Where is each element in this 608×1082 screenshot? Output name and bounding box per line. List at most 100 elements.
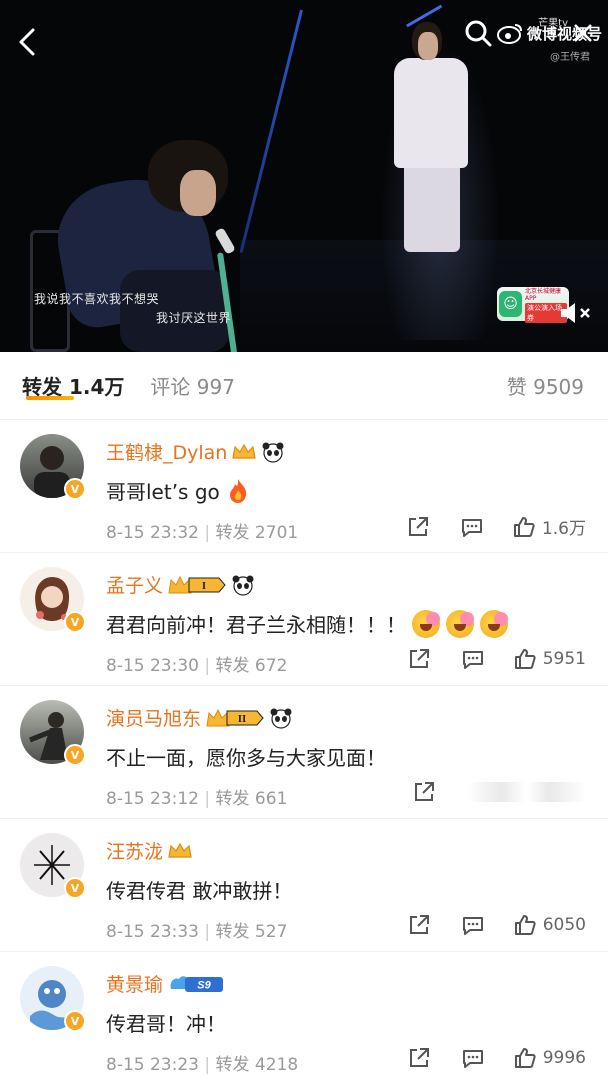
like-button[interactable]: 5951 bbox=[513, 647, 586, 671]
s9-badge-text: S9 bbox=[197, 979, 211, 991]
like-button[interactable]: 9996 bbox=[513, 1046, 586, 1070]
share-button[interactable] bbox=[412, 780, 436, 804]
list-item: V 黄景瑜 S9 传君哥！冲！ 8-15 23:23 | 转发 4218 999… bbox=[0, 952, 608, 1082]
share-icon bbox=[409, 1048, 429, 1067]
comment-text: 不止一面，愿你多与大家见面！ bbox=[106, 746, 386, 770]
panda-icon bbox=[232, 575, 254, 596]
share-button[interactable] bbox=[407, 647, 431, 671]
timestamp: 8-15 23:30 bbox=[106, 656, 199, 676]
comment-meta: 8-15 23:23 | 转发 4218 bbox=[106, 1055, 299, 1075]
list-item: V 汪苏泷 传君传君 敢冲敢拼！ 8-15 23:33 | 转发 527 605… bbox=[0, 819, 608, 952]
list-item: V 王鹤棣_Dylan 哥哥let’s go 8-15 23:32 | 转发 2… bbox=[0, 420, 608, 553]
panda-icon bbox=[270, 708, 292, 729]
reply-icon bbox=[461, 518, 482, 537]
share-icon bbox=[415, 782, 434, 801]
reply-button[interactable] bbox=[461, 647, 485, 671]
like-icon bbox=[513, 516, 535, 537]
avatar[interactable]: V bbox=[20, 833, 86, 899]
comment-meta: 8-15 23:33 | 转发 527 bbox=[106, 922, 288, 942]
verified-badge: V bbox=[64, 1010, 86, 1032]
avatar[interactable]: V bbox=[20, 700, 86, 766]
share-icon bbox=[409, 649, 429, 668]
verified-badge: V bbox=[64, 611, 86, 633]
mute-button[interactable] bbox=[558, 300, 594, 326]
username[interactable]: 孟子义 bbox=[106, 571, 163, 598]
comment-actions: 1.6万 bbox=[406, 514, 586, 539]
s9-member-badge: S9 bbox=[170, 975, 224, 992]
share-icon bbox=[409, 915, 429, 934]
username[interactable]: 演员马旭东 bbox=[106, 704, 201, 731]
vip-level-text: II bbox=[238, 713, 247, 725]
back-button[interactable] bbox=[14, 26, 42, 58]
timestamp: 8-15 23:12 bbox=[106, 789, 199, 809]
vip-level-badge: II bbox=[206, 708, 264, 726]
redacted-actions bbox=[466, 782, 586, 802]
like-icon bbox=[514, 1048, 536, 1068]
comment-text: 哥哥let’s go bbox=[106, 480, 220, 504]
watermark-handle: @王传君 bbox=[550, 52, 590, 63]
comment-text: 传君哥！冲！ bbox=[106, 1012, 226, 1036]
like-count: 6050 bbox=[542, 915, 586, 935]
verified-badge: V bbox=[64, 744, 86, 766]
reply-button[interactable] bbox=[461, 1046, 485, 1070]
performer-face bbox=[180, 170, 216, 216]
comment-text: 君君向前冲！君子兰永相随！！！ bbox=[106, 613, 406, 637]
like-button[interactable]: 6050 bbox=[513, 913, 586, 937]
flower-smile-emoji bbox=[412, 609, 440, 638]
comment-meta: 8-15 23:32 | 转发 2701 bbox=[106, 523, 299, 543]
verified-badge: V bbox=[64, 478, 86, 500]
comment-actions bbox=[412, 780, 586, 804]
like-button[interactable]: 1.6万 bbox=[512, 514, 586, 539]
repost-count: 转发 4218 bbox=[215, 1055, 299, 1075]
comment-actions: 5951 bbox=[407, 647, 586, 671]
timestamp: 8-15 23:23 bbox=[106, 1055, 199, 1075]
avatar[interactable]: V bbox=[20, 567, 86, 633]
repost-count: 转发 527 bbox=[215, 922, 288, 942]
top-right-toolbar: 微博视频号 bbox=[463, 18, 602, 48]
reply-icon bbox=[462, 1050, 483, 1068]
weibo-logo-icon bbox=[496, 24, 522, 44]
username[interactable]: 黄景瑜 bbox=[106, 970, 163, 997]
avatar[interactable]: V bbox=[20, 434, 86, 500]
crown-icon bbox=[168, 842, 192, 858]
fire-icon bbox=[229, 478, 246, 503]
username[interactable]: 汪苏泷 bbox=[106, 837, 163, 864]
timestamp: 8-15 23:32 bbox=[106, 523, 199, 543]
performer-body bbox=[394, 58, 468, 168]
reply-button[interactable] bbox=[461, 913, 485, 937]
tab-comments[interactable]: 评论 997 bbox=[150, 371, 235, 400]
verified-badge: V bbox=[64, 877, 86, 899]
share-button[interactable] bbox=[406, 515, 430, 539]
active-tab-indicator bbox=[26, 396, 74, 400]
video-player[interactable]: 我说我不喜欢我不想哭 我讨厌这世界 芒果tv 微博视频号 @王传君 ☺ 北京长城… bbox=[0, 0, 608, 352]
performer-legs bbox=[404, 162, 460, 252]
mute-icon bbox=[561, 303, 590, 323]
close-icon[interactable] bbox=[572, 22, 594, 44]
like-count: 5951 bbox=[542, 649, 586, 669]
timestamp: 8-15 23:33 bbox=[106, 922, 199, 942]
microphone bbox=[214, 227, 236, 255]
reply-icon bbox=[462, 917, 483, 935]
performer-face bbox=[418, 32, 438, 60]
repost-count: 转发 2701 bbox=[215, 523, 299, 543]
comment-meta: 8-15 23:12 | 转发 661 bbox=[106, 789, 288, 809]
like-icon bbox=[514, 649, 536, 669]
vip-level-text: I bbox=[202, 580, 206, 592]
panda-icon bbox=[262, 442, 284, 463]
subtitle-line-2: 我讨厌这世界 bbox=[156, 311, 232, 325]
comment-actions: 9996 bbox=[407, 1046, 586, 1070]
reply-button[interactable] bbox=[460, 515, 484, 539]
repost-count: 转发 661 bbox=[215, 789, 288, 809]
avatar[interactable]: V bbox=[20, 966, 86, 1032]
search-icon[interactable] bbox=[463, 18, 493, 48]
tab-likes[interactable]: 赞 9509 bbox=[507, 371, 584, 400]
share-button[interactable] bbox=[407, 913, 431, 937]
share-button[interactable] bbox=[407, 1046, 431, 1070]
list-item: V 演员马旭东 II 不止一面，愿你多与大家见面！ 8-15 23:12 | 转… bbox=[0, 686, 608, 819]
vip-level-badge: I bbox=[168, 575, 226, 593]
flower-smile-emoji bbox=[480, 609, 508, 638]
flower-smile-emoji bbox=[446, 609, 474, 638]
standing-performer bbox=[390, 22, 470, 262]
comment-meta: 8-15 23:30 | 转发 672 bbox=[106, 656, 288, 676]
username[interactable]: 王鹤棣_Dylan bbox=[106, 438, 227, 465]
